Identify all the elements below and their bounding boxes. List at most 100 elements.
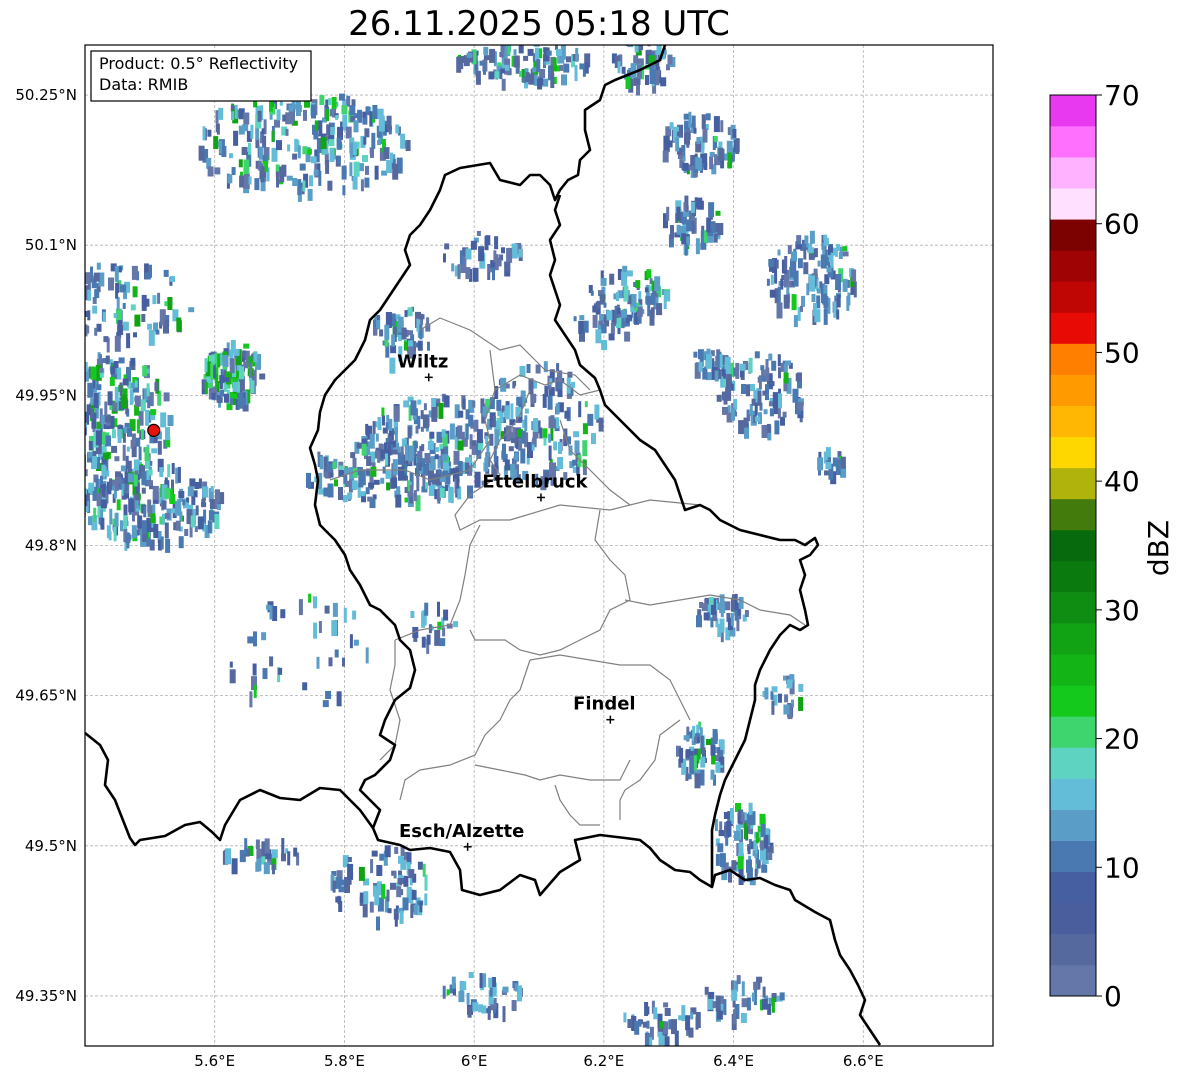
- echo-cell: [482, 973, 487, 988]
- echo-cell: [384, 324, 390, 340]
- echo-cell: [325, 99, 329, 109]
- echo-cell: [151, 448, 158, 454]
- echo-cell: [786, 679, 793, 689]
- echo-cell: [359, 163, 364, 172]
- echo-cell: [253, 631, 257, 647]
- echo-cell: [126, 446, 130, 452]
- echo-cell: [476, 231, 481, 236]
- echo-cell: [120, 394, 127, 409]
- echo-cell: [748, 802, 753, 815]
- echo-cell: [394, 913, 398, 927]
- echo-cell: [730, 597, 735, 612]
- echo-cell: [478, 246, 485, 262]
- echo-cell: [234, 104, 238, 119]
- echo-cell: [93, 272, 100, 282]
- echo-cell: [71, 368, 75, 384]
- echo-cell: [514, 983, 518, 992]
- echo-cell: [324, 605, 330, 614]
- colorbar-cell: [1050, 561, 1096, 593]
- echo-cell: [776, 302, 783, 319]
- echo-cell: [791, 251, 797, 262]
- echo-cell: [825, 257, 829, 263]
- colorbar-cell: [1050, 840, 1096, 873]
- colorbar: 0 10 20 30 40 50 60 70 dBZ: [1049, 79, 1175, 1013]
- map-panel[interactable]: Wiltz Ettelbruck Findel Esch/Alzette Produc…: [51, 35, 994, 1050]
- echo-cell: [774, 269, 778, 284]
- echo-cell: [723, 812, 730, 819]
- echo-cell: [219, 140, 222, 154]
- echo-cell: [737, 856, 744, 870]
- echo-cell: [302, 180, 306, 192]
- echo-cell: [152, 295, 157, 305]
- echo-cell: [408, 340, 413, 347]
- echo-cell: [138, 446, 142, 461]
- echo-cell: [547, 395, 553, 410]
- echo-cell: [419, 901, 423, 913]
- echo-cell: [400, 133, 406, 149]
- echo-cell: [342, 657, 345, 667]
- echo-cell: [744, 610, 749, 617]
- echo-cell: [271, 849, 278, 859]
- echo-cell: [244, 838, 248, 855]
- echo-cell: [428, 483, 434, 496]
- echo-cell: [87, 289, 92, 301]
- echo-cell: [105, 357, 110, 365]
- echo-cell: [760, 824, 766, 838]
- colorbar-tick-label: 10: [1104, 851, 1140, 884]
- echo-cell: [386, 115, 392, 130]
- echo-cell: [122, 444, 126, 461]
- echo-cell: [145, 409, 150, 426]
- echo-cell: [397, 446, 401, 453]
- echo-cell: [467, 1006, 472, 1018]
- echo-cell: [504, 459, 510, 471]
- echo-cell: [561, 74, 567, 86]
- echo-cell: [760, 365, 765, 371]
- echo-cell: [131, 525, 137, 539]
- colorbar-cell: [1050, 405, 1096, 438]
- echo-cell: [511, 243, 518, 259]
- echo-cell: [510, 432, 516, 439]
- colorbar-ticks: 0 10 20 30 40 50 60 70: [1096, 79, 1140, 1013]
- radar-site-marker[interactable]: [147, 423, 161, 437]
- echo-cell: [501, 78, 506, 91]
- echo-cell: [573, 316, 577, 322]
- echo-cell: [382, 415, 385, 426]
- echo-cell: [635, 280, 641, 289]
- colorbar-cell: [1050, 498, 1096, 531]
- echo-cell: [718, 830, 725, 837]
- echo-cell: [218, 107, 224, 120]
- echo-cell: [472, 267, 479, 282]
- echo-cell: [353, 639, 359, 646]
- echo-cell: [79, 378, 85, 387]
- echo-cell: [537, 78, 543, 90]
- echo-cell: [701, 225, 705, 231]
- echo-cell: [489, 986, 493, 997]
- echo-cell: [422, 863, 426, 877]
- echo-cell: [232, 381, 238, 392]
- echo-cell: [520, 448, 526, 464]
- echo-cell: [403, 400, 410, 408]
- echo-cell: [487, 1005, 491, 1020]
- echo-cell: [759, 848, 766, 861]
- echo-cell: [510, 403, 514, 420]
- city-label: Ettelbruck: [482, 471, 588, 492]
- echo-cell: [69, 466, 73, 478]
- echo-cell: [783, 294, 790, 309]
- echo-cell: [521, 430, 526, 444]
- echo-cell: [720, 120, 724, 133]
- echo-cell: [67, 442, 72, 454]
- echo-cell: [70, 371, 74, 387]
- echo-cell: [791, 294, 797, 311]
- lat-tick-label: 50.25°N: [15, 86, 77, 104]
- echo-cell: [114, 456, 120, 462]
- echo-cell: [424, 453, 431, 463]
- echo-cell: [559, 64, 564, 71]
- echo-cell: [404, 310, 408, 318]
- echo-cell: [390, 152, 393, 163]
- echo-cell: [360, 179, 364, 192]
- echo-cell: [573, 431, 580, 438]
- echo-cell: [339, 879, 345, 886]
- echo-cell: [470, 240, 477, 250]
- echo-cell: [717, 624, 722, 638]
- echo-cell: [391, 334, 396, 347]
